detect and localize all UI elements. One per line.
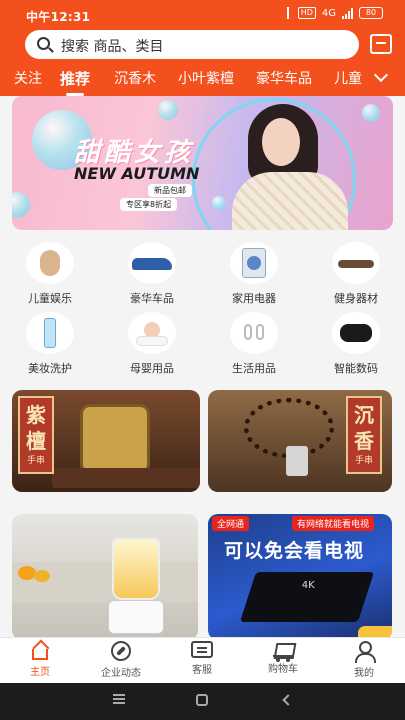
bluetooth-icon [284,7,292,19]
tab-agarwood[interactable]: 沉香木 [114,68,156,88]
kids-toy-icon [26,242,74,284]
category-fitness[interactable]: 健身器材 [316,242,396,306]
tv-box-image: 4K [239,572,375,622]
chat-icon [191,641,213,658]
category-grid: 儿童娱乐 豪华车品 家用电器 健身器材 美妆洗护 母婴用品 生活用品 智能数码 [0,238,405,378]
tab-follow[interactable]: 关注 [14,68,42,88]
promo-card-rosewood[interactable]: 紫檀 手串 [12,390,200,492]
category-car[interactable]: 豪华车品 [112,242,192,306]
rosewood-label: 紫檀 手串 [18,396,54,474]
network-type: 4G [321,7,336,19]
nav-service[interactable]: 客服 [167,641,237,676]
tab-kids[interactable]: 儿童 [334,68,362,88]
tv-chip-right: 有网络就能看电视 [292,516,375,531]
skincare-icon [26,312,74,354]
user-icon [353,641,376,663]
car-icon [128,242,176,284]
category-tabs: 关注 推荐 沉香木 小叶紫檀 豪华车品 儿童 [0,64,405,96]
compass-icon [111,641,131,661]
scan-icon[interactable] [370,34,392,54]
tab-luxury-car[interactable]: 豪华车品 [256,68,312,88]
promo-card-agarwood[interactable]: 沉香 手串 [208,390,392,492]
status-icons: HD 4G 80 [284,7,383,19]
status-time: 中午12:31 [26,10,91,24]
category-beauty[interactable]: 美妆洗护 [10,312,90,376]
nav-news[interactable]: 企业动态 [86,641,156,679]
agarwood-label: 沉香 手串 [346,396,382,474]
nav-profile[interactable]: 我的 [329,641,399,679]
tab-rosewood[interactable]: 小叶紫檀 [178,68,234,88]
promo-card-blender[interactable] [12,514,198,640]
menu-icon[interactable] [113,694,125,704]
category-daily[interactable]: 生活用品 [214,312,294,376]
home-icon [32,649,48,660]
fitness-icon [332,242,380,284]
banner-model-image [232,104,352,230]
category-baby[interactable]: 母婴用品 [112,312,192,376]
earrings-icon [230,312,278,354]
cart-icon [273,643,293,662]
nav-home[interactable]: 主页 [5,641,75,678]
nav-cart[interactable]: 购物车 [248,641,318,675]
category-appliance[interactable]: 家用电器 [214,242,294,306]
banner-tag-shipping: 新品包邮 [148,184,192,197]
tv-headline: 可以免会看电视 [224,540,365,562]
search-placeholder: 搜索 商品、类目 [61,39,164,55]
promo-banner[interactable]: 甜酷女孩 NEW AUTUMN 新品包邮 专区享8折起 [12,96,393,230]
banner-subtitle: NEW AUTUMN [74,164,200,183]
hd-icon: HD [297,7,316,19]
search-icon [37,37,50,50]
bottom-nav: 主页 企业动态 客服 购物车 我的 [0,637,405,683]
category-kids[interactable]: 儿童娱乐 [10,242,90,306]
tv-chip-left: 全网通 [212,516,250,531]
system-nav-bar [0,683,405,720]
banner-tag-discount: 专区享8折起 [120,198,178,211]
washing-machine-icon [230,242,278,284]
baby-icon [128,312,176,354]
promo-card-tv-box[interactable]: 全网通 有网络就能看电视 可以免会看电视 4K [208,514,392,640]
battery-icon: 80 [359,7,383,19]
earbuds-icon [332,312,380,354]
back-icon[interactable] [282,694,294,706]
category-digital[interactable]: 智能数码 [316,312,396,376]
status-bar: 中午12:31 HD 4G 80 [0,0,405,30]
signal-icon [342,7,353,19]
home-square-icon[interactable] [196,694,208,706]
top-header: 中午12:31 HD 4G 80 搜索 商品、类目 关注 推荐 沉香木 小叶紫檀… [0,0,405,96]
tab-recommend[interactable]: 推荐 [60,68,90,96]
search-input[interactable]: 搜索 商品、类目 [25,30,359,59]
